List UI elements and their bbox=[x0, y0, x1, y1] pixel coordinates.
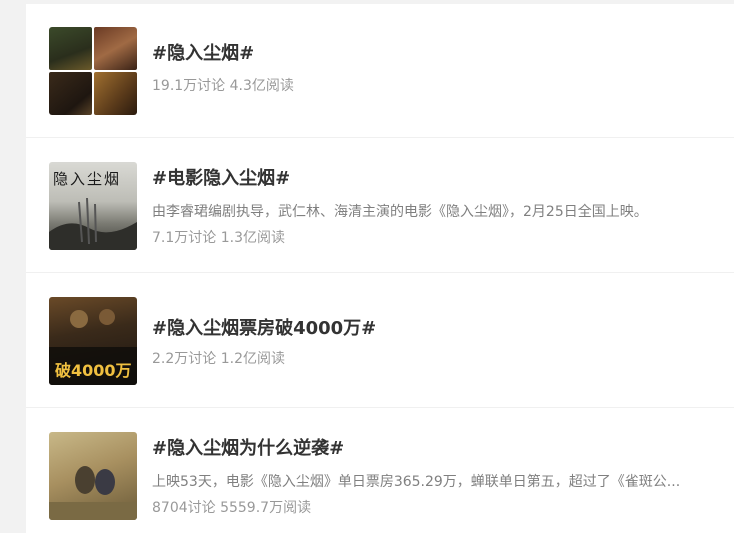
film-still-art bbox=[49, 466, 137, 520]
film-still-thumbnail[interactable] bbox=[49, 432, 137, 520]
topic-list-panel: #隐入尘烟# 19.1万讨论 4.3亿阅读 隐入尘烟 #电影隐入尘烟# 由李睿珺… bbox=[26, 4, 734, 533]
topic-item[interactable]: 破4000万 #隐入尘烟票房破4000万# 2.2万讨论 1.2亿阅读 bbox=[26, 273, 734, 408]
topic-item[interactable]: #隐入尘烟# 19.1万讨论 4.3亿阅读 bbox=[26, 4, 734, 138]
topic-stats: 2.2万讨论 1.2亿阅读 bbox=[152, 351, 285, 367]
topic-title[interactable]: #电影隐入尘烟# bbox=[152, 167, 290, 191]
topic-title[interactable]: #隐入尘烟为什么逆袭# bbox=[152, 437, 344, 461]
movie-poster-thumbnail[interactable]: 隐入尘烟 bbox=[49, 162, 137, 250]
topic-stats: 19.1万讨论 4.3亿阅读 bbox=[152, 78, 294, 94]
topic-stats: 8704讨论 5559.7万阅读 bbox=[152, 500, 312, 516]
topic-item[interactable]: #隐入尘烟为什么逆袭# 上映53天，电影《隐入尘烟》单日票房365.29万，蝉联… bbox=[26, 408, 734, 533]
box-office-poster-thumbnail[interactable]: 破4000万 bbox=[49, 297, 137, 385]
box-office-label: 破4000万 bbox=[55, 361, 132, 380]
topic-title[interactable]: #隐入尘烟# bbox=[152, 42, 254, 66]
topic-item[interactable]: 隐入尘烟 #电影隐入尘烟# 由李睿珺编剧执导，武仁林、海清主演的电影《隐入尘烟》… bbox=[26, 138, 734, 273]
topic-stats: 7.1万讨论 1.3亿阅读 bbox=[152, 230, 285, 246]
movie-collage-thumbnail[interactable] bbox=[49, 27, 137, 115]
topic-description: 由李睿珺编剧执导，武仁林、海清主演的电影《隐入尘烟》，2月25日全国上映。 bbox=[152, 204, 648, 220]
topic-title[interactable]: #隐入尘烟票房破4000万# bbox=[152, 317, 376, 341]
poster-title: 隐入尘烟 bbox=[53, 170, 122, 188]
topic-description: 上映53天，电影《隐入尘烟》单日票房365.29万，蝉联单日第五，超过了《雀斑公… bbox=[152, 474, 681, 490]
